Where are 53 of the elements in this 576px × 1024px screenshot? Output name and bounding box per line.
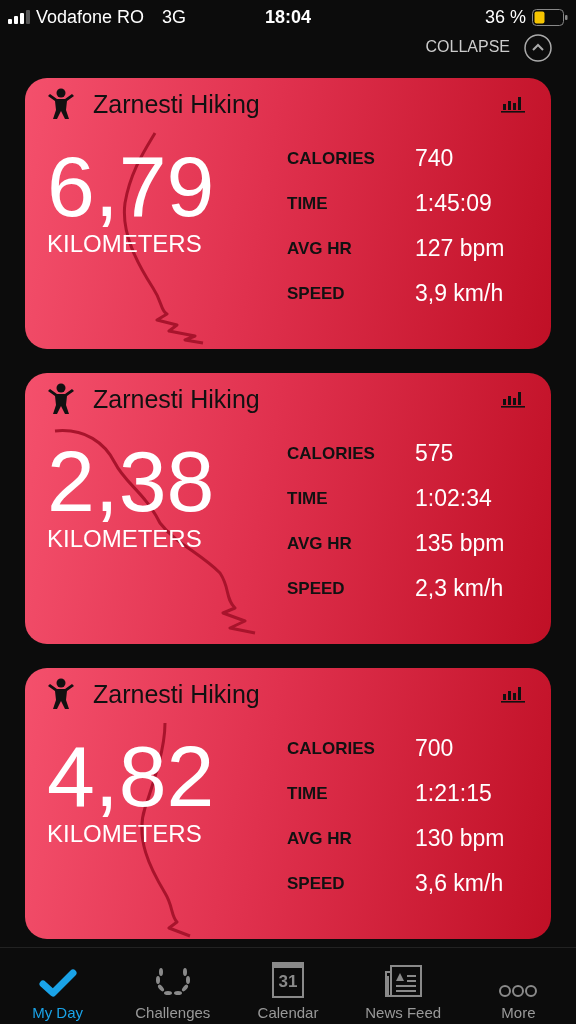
stat-value: 127 bpm	[415, 235, 505, 262]
stat-label: AVG HR	[287, 238, 353, 259]
tab-bar-item[interactable]: News Feed	[345, 948, 461, 1024]
activity-card[interactable]: Zarnesti Hiking 2,38 KILOMETERS CALORIES 575 TIME 1:02:34 AVG HR 135 bpm SPEED 2,3 km/h	[25, 373, 551, 644]
tab-bar-item[interactable]: 31 Calendar	[230, 948, 346, 1024]
activity-card[interactable]: Zarnesti Hiking 4,82 KILOMETERS CALORIES 700 TIME 1:21:15 AVG HR 130 bpm SPEED 3,6 km/h	[25, 668, 551, 939]
stat-label: CALORIES	[287, 738, 376, 759]
person-icon	[47, 383, 75, 415]
stat-label: AVG HR	[287, 533, 353, 554]
stat-value: 130 bpm	[415, 825, 505, 852]
signal-icon	[8, 10, 30, 24]
stat-label: TIME	[287, 783, 329, 804]
stat-label: CALORIES	[287, 148, 376, 169]
activity-title: Zarnesti Hiking	[93, 679, 260, 709]
chevron-up-icon[interactable]	[524, 34, 552, 62]
more-icon	[498, 984, 539, 998]
calendar-icon: 31	[272, 962, 304, 998]
stat-label: CALORIES	[287, 443, 376, 464]
stat-value: 2,3 km/h	[415, 575, 504, 602]
tab-bar-item[interactable]: My Day	[0, 948, 116, 1024]
stat-value: 135 bpm	[415, 530, 505, 557]
stat-value: 700	[415, 735, 454, 762]
stat-label: TIME	[287, 488, 329, 509]
stat-label: AVG HR	[287, 828, 353, 849]
bar-chart-icon[interactable]	[501, 95, 525, 113]
stat-value: 740	[415, 145, 454, 172]
stat-value: 1:45:09	[415, 190, 492, 217]
clock-time: 18:04	[265, 6, 311, 28]
carrier-name: Vodafone RO	[36, 6, 145, 28]
bar-chart-icon[interactable]	[501, 685, 525, 703]
newspaper-icon	[383, 964, 424, 998]
stat-value: 1:21:15	[415, 780, 492, 807]
bar-chart-icon[interactable]	[501, 390, 525, 408]
person-icon	[47, 678, 75, 710]
activity-card[interactable]: Zarnesti Hiking 6,79 KILOMETERS CALORIES 740 TIME 1:45:09 AVG HR 127 bpm SPEED 3,9 km/h	[25, 78, 551, 349]
stat-label: SPEED	[287, 578, 346, 599]
stat-value: 1:02:34	[415, 485, 492, 512]
activity-title: Zarnesti Hiking	[93, 89, 260, 119]
stat-label: TIME	[287, 193, 329, 214]
checkmark-icon	[38, 968, 77, 998]
battery-icon	[532, 8, 568, 26]
stat-value: 3,6 km/h	[415, 870, 504, 897]
tab-bar-item[interactable]: More	[460, 948, 576, 1024]
stat-value: 3,9 km/h	[415, 280, 504, 307]
activity-title: Zarnesti Hiking	[93, 384, 260, 414]
stat-label: SPEED	[287, 873, 346, 894]
stat-value: 575	[415, 440, 454, 467]
tab-bar-item[interactable]: Challenges	[115, 948, 231, 1024]
battery-percent: 36 %	[484, 6, 526, 28]
network-type: 3G	[162, 6, 187, 28]
collapse-button[interactable]: COLLAPSE	[425, 38, 510, 56]
stat-label: SPEED	[287, 283, 346, 304]
person-icon	[47, 88, 75, 120]
